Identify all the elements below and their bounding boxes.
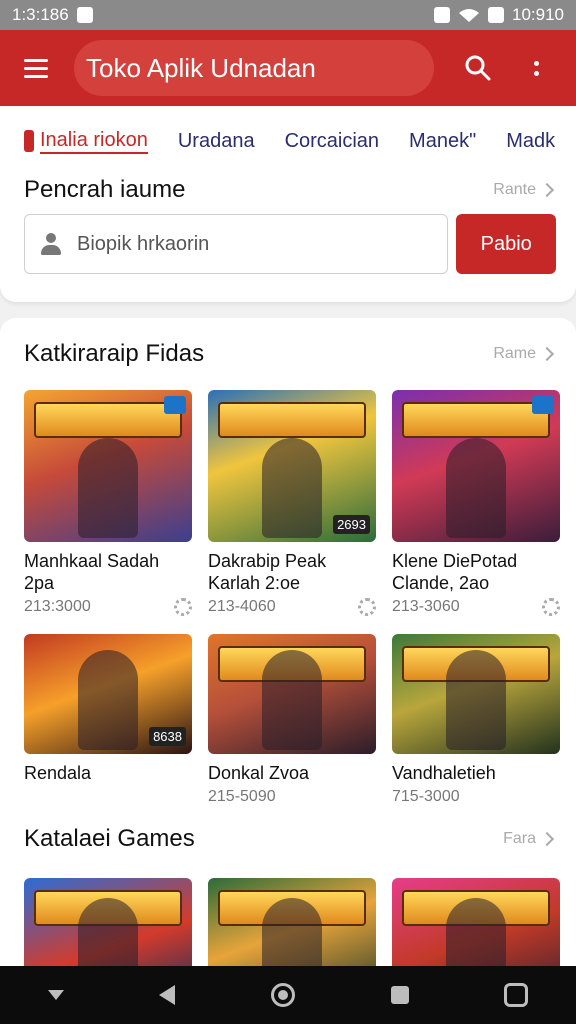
character-art-icon [262,650,322,750]
app-tile[interactable]: Donkal Zvoa 215-5090 [208,634,376,806]
search-placeholder: Biopik hrkaorin [77,232,210,255]
featured-row-1: Manhkaal Sadah 2pa 213:3000 2693 Dakrabi… [0,390,576,616]
tab-1[interactable]: Uradana [178,130,255,153]
games-header: Katalaei Games Fara [0,810,576,868]
app-meta: 215-5090 [208,788,376,806]
battery-icon [488,7,504,23]
app-tile[interactable]: 2693 Dakrabip Peak Karlah 2:oe 213-4060 [208,390,376,616]
app-name: Dakrabip Peak Karlah 2:oe [208,551,327,593]
tab-0[interactable]: Inalia riokon [24,129,148,154]
system-nav-bar [0,966,576,1024]
search-input[interactable]: Biopik hrkaorin [24,214,449,274]
app-downloads: 213:3000 [24,598,91,615]
wifi-icon [459,9,479,22]
corner-badge-icon [164,396,186,414]
notification-icon [76,7,93,23]
tab-3[interactable]: Manek" [409,130,476,153]
more-label: Rame [493,345,536,362]
app-thumbnail: 8638 [24,634,192,754]
app-downloads: 213-3060 [392,598,460,615]
app-name: Manhkaal Sadah 2pa [24,551,160,593]
app-thumbnail [392,390,560,542]
gear-icon[interactable] [174,598,192,616]
more-label: Rante [493,181,536,198]
app-meta: 213-4060 [208,598,376,616]
character-art-icon [78,438,138,538]
app-bar: Toko Aplik Udnadan [0,30,576,106]
tab-indicator-icon [24,130,34,152]
games-more[interactable]: Fara [503,830,555,848]
app-downloads: 213-4060 [208,598,276,615]
app-thumbnail: 2693 [208,390,376,542]
app-downloads: 715-3000 [392,788,460,805]
app-meta: 213-3060 [392,598,560,616]
app-tile[interactable]: Vandhaletieh 715-3000 [392,634,560,806]
app-tile[interactable]: Manhkaal Sadah 2pa 213:3000 [24,390,192,616]
status-bar: 1:3:186 10:910 [0,0,576,30]
app-downloads: 215-5090 [208,788,276,805]
search-button[interactable]: Pabio [456,214,556,274]
menu-icon[interactable] [14,46,58,90]
character-art-icon [446,650,506,750]
chevron-right-icon [539,831,555,847]
games-title: Katalaei Games [24,825,195,852]
app-count-badge: 2693 [333,515,370,534]
nav-back-icon[interactable] [159,985,176,1005]
vibrate-icon [434,7,450,23]
corner-badge-icon [532,396,554,414]
app-tile[interactable]: Klene DiePotad Clande, 2ao 213-3060 [392,390,560,616]
app-meta: 715-3000 [392,788,560,806]
tab-label: Inalia riokon [40,129,148,154]
app-thumbnail [208,634,376,754]
character-art-icon [262,438,322,538]
character-art-icon [78,650,138,750]
search-section-title: Pencrah iaume [24,176,186,203]
tab-bar: Inalia riokon Uradana Corcaician Manek" … [0,106,576,176]
catalog-card: Katkiraraip Fidas Rame Manhkaal Sadah 2p… [0,318,576,1002]
app-title: Toko Aplik Udnadan [74,40,434,96]
featured-more[interactable]: Rame [493,345,555,363]
featured-title: Katkiraraip Fidas [24,340,205,367]
gear-icon[interactable] [542,598,560,616]
tab-4[interactable]: Madk [506,130,555,153]
person-icon [39,232,63,256]
app-name: Donkal Zvoa [208,763,310,783]
game-logo-icon [218,402,366,438]
nav-home-icon[interactable] [270,983,295,1007]
featured-header: Katkiraraip Fidas Rame [0,318,576,390]
status-time-left: 1:3:186 [12,5,69,24]
tab-2[interactable]: Corcaician [285,130,379,153]
status-time-right: 10:910 [512,5,564,24]
nav-hide-keyboard-icon[interactable] [47,990,64,1000]
accessibility-icon[interactable] [504,983,529,1007]
app-count-badge: 8638 [149,727,186,746]
gear-icon[interactable] [358,598,376,616]
chevron-right-icon [539,346,555,362]
app-meta: 213:3000 [24,598,192,616]
chevron-right-icon [539,182,555,198]
app-thumbnail [392,634,560,754]
app-thumbnail [24,390,192,542]
search-section-more[interactable]: Rante [493,181,555,199]
character-art-icon [446,438,506,538]
app-name: Vandhaletieh [392,763,496,783]
featured-row-2: 8638 Rendala Donkal Zvoa 215-5090 Vandha… [0,634,576,806]
more-vert-icon[interactable] [516,48,556,88]
app-name: Klene DiePotad Clande, 2ao [392,551,518,593]
game-logo-icon [34,402,182,438]
search-section-header: Pencrah iaume Rante [0,176,576,204]
nav-recents-icon[interactable] [390,986,409,1004]
search-row: Biopik hrkaorin Pabio [0,214,576,274]
more-label: Fara [503,830,536,847]
game-logo-icon [402,402,550,438]
app-tile[interactable]: 8638 Rendala [24,634,192,806]
app-name: Rendala [24,763,92,783]
search-card: Inalia riokon Uradana Corcaician Manek" … [0,106,576,302]
search-icon[interactable] [458,48,498,88]
